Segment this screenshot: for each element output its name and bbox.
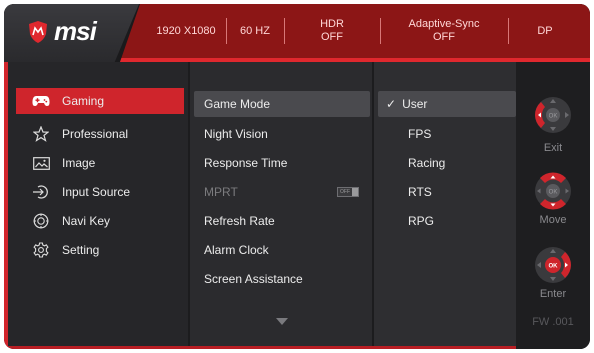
firmware-version: FW .001 <box>532 316 574 328</box>
refresh-info: 60 HZ <box>230 4 280 58</box>
submenu-screen-assistance[interactable]: Screen Assistance <box>194 266 370 292</box>
menu-item-gaming[interactable]: Gaming <box>16 88 184 114</box>
navi-exit-icon: OK <box>532 94 574 136</box>
enter-label: Enter <box>539 288 567 300</box>
main-menu: Gaming Professional Image Input Source N… <box>8 62 188 346</box>
submenu-response-time[interactable]: Response Time <box>194 150 370 176</box>
header-separator <box>284 18 285 44</box>
menu-item-navi-key[interactable]: Navi Key <box>16 208 184 234</box>
option-fps[interactable]: FPS <box>378 121 516 147</box>
hdr-label: HDR <box>320 18 344 30</box>
hdr-value: OFF <box>321 31 343 43</box>
mprt-toggle: OFF <box>337 187 359 197</box>
submenu-label: MPRT <box>204 185 238 199</box>
submenu-label: Alarm Clock <box>204 243 269 257</box>
option-label: RPG <box>408 214 435 228</box>
ok-text: OK <box>549 190 558 196</box>
resolution-info: 1920 X1080 <box>150 4 222 58</box>
brand-name: msi <box>54 16 97 46</box>
scroll-down-icon[interactable] <box>276 318 288 325</box>
header-separator <box>508 18 509 44</box>
menu-item-professional[interactable]: Professional <box>16 121 184 147</box>
option-label: Racing <box>408 156 446 170</box>
header-separator <box>226 18 227 44</box>
menu-item-label: Navi Key <box>62 214 111 228</box>
option-label: FPS <box>408 127 432 141</box>
adaptive-sync-label: Adaptive-Sync <box>408 18 480 30</box>
submenu-label: Refresh Rate <box>204 214 275 228</box>
menu-item-input-source[interactable]: Input Source <box>16 179 184 205</box>
ok-text: OK <box>549 264 559 270</box>
sub-menu: Game Mode Night Vision Response Time MPR… <box>190 62 372 346</box>
header-bar: msi 1920 X1080 60 HZ HDR OFF Adaptive-Sy… <box>4 4 590 62</box>
option-label: User <box>402 97 428 111</box>
navi-enter-icon: OK <box>532 244 574 286</box>
adaptive-sync-value: OFF <box>433 31 455 43</box>
navi-move-icon: OK <box>532 170 574 212</box>
header-separator <box>380 18 381 44</box>
menu-item-label: Input Source <box>62 185 131 199</box>
menu-item-setting[interactable]: Setting <box>16 237 184 263</box>
bottom-accent-edge <box>4 346 516 349</box>
checkmark-icon: ✓ <box>386 97 397 111</box>
submenu-night-vision[interactable]: Night Vision <box>194 121 370 147</box>
option-user[interactable]: ✓ User <box>378 91 516 117</box>
submenu-label: Game Mode <box>204 97 271 111</box>
option-rpg[interactable]: RPG <box>378 208 516 234</box>
msi-shield-icon <box>29 20 47 43</box>
input-source-icon <box>32 183 50 201</box>
osd-window: msi 1920 X1080 60 HZ HDR OFF Adaptive-Sy… <box>4 4 590 349</box>
ok-text: OK <box>549 114 558 120</box>
image-icon <box>32 154 50 172</box>
submenu-game-mode[interactable]: Game Mode <box>194 91 370 117</box>
navi-key-legend: OK Exit OK Move OK Enter FW .001 <box>516 62 590 349</box>
options-menu: ✓ User FPS Racing RTS RPG <box>374 62 520 346</box>
resolution-value: 1920 X1080 <box>156 24 216 37</box>
exit-label: Exit <box>543 142 563 154</box>
option-rts[interactable]: RTS <box>378 179 516 205</box>
menu-item-label: Image <box>62 156 96 170</box>
move-label: Move <box>539 214 567 226</box>
option-label: RTS <box>408 185 432 199</box>
submenu-label: Night Vision <box>204 127 268 141</box>
input-port-value: DP <box>537 24 553 37</box>
menu-item-label: Professional <box>62 127 129 141</box>
gamepad-icon <box>32 92 50 110</box>
hdr-info: HDR OFF <box>304 4 360 58</box>
input-port-info: DP <box>520 4 570 58</box>
submenu-alarm-clock[interactable]: Alarm Clock <box>194 237 370 263</box>
refresh-value: 60 HZ <box>240 24 270 37</box>
msi-logo: msi <box>28 16 97 47</box>
option-racing[interactable]: Racing <box>378 150 516 176</box>
star-icon <box>32 125 50 143</box>
submenu-label: Response Time <box>204 156 288 170</box>
menu-item-image[interactable]: Image <box>16 150 184 176</box>
menu-item-label: Setting <box>62 243 100 257</box>
submenu-mprt: MPRT OFF <box>194 179 370 205</box>
submenu-refresh-rate[interactable]: Refresh Rate <box>194 208 370 234</box>
gear-icon <box>32 241 50 259</box>
navi-key-icon <box>32 212 50 230</box>
menu-item-label: Gaming <box>62 94 105 108</box>
adaptive-sync-info: Adaptive-Sync OFF <box>396 4 492 58</box>
submenu-label: Screen Assistance <box>204 272 303 286</box>
